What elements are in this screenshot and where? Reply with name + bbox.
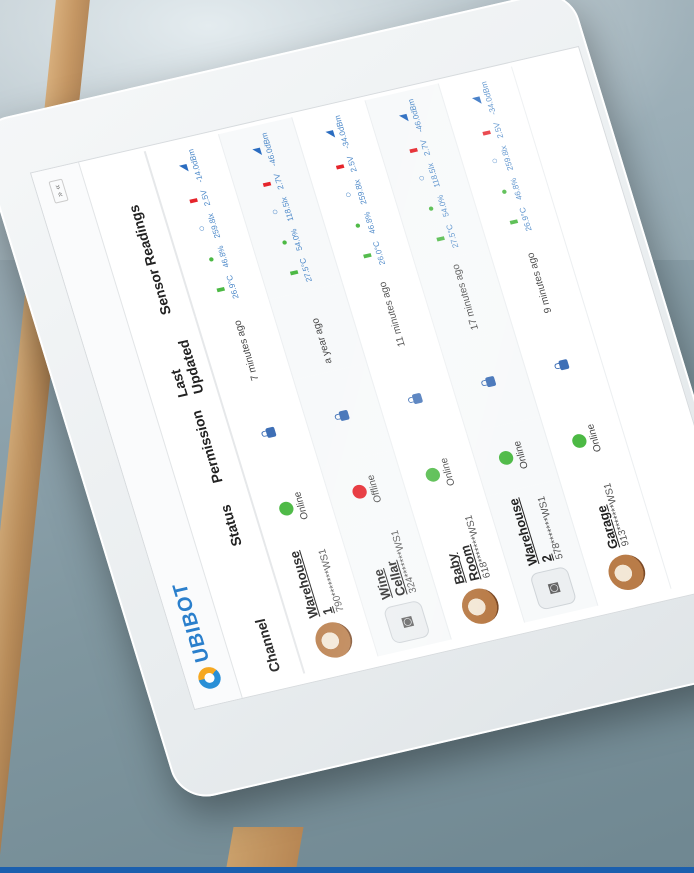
lock-icon[interactable] [557, 358, 570, 371]
light-value: 259.8lx [498, 144, 516, 172]
light-icon: ○ [342, 190, 356, 199]
pager-control[interactable]: » « [48, 178, 69, 204]
logo-text: UBIBOT [168, 580, 215, 665]
lock-icon[interactable] [338, 409, 350, 421]
voltage-value: 2.5V [345, 155, 359, 173]
light-value: 259.8lx [352, 178, 369, 206]
last-updated-text: 7 minutes ago [232, 319, 262, 382]
temperature-icon: ▮ [507, 218, 521, 226]
last-updated-text: 17 minutes ago [450, 263, 482, 331]
voltage-value: 2.5V [491, 121, 506, 140]
battery-icon: ▮ [261, 180, 274, 189]
sensor-readings: ▮ 26.9°C ● 46.8% ○ 259.8lx ▮ 2.5V ◢ -34.0dBm [467, 81, 534, 235]
status-dot-icon [570, 433, 589, 450]
status-indicator: Online [492, 430, 534, 484]
light-icon: ○ [196, 224, 209, 233]
status-dot-icon [350, 483, 369, 501]
last-updated-text: 9 minutes ago [525, 251, 555, 314]
last-updated-text: 11 minutes ago [377, 280, 408, 348]
light-value: 259.8lx [205, 212, 223, 240]
temperature-value: 27.5°C [444, 223, 461, 249]
humidity-value: 46.8% [508, 177, 525, 201]
status-text: Online [292, 490, 312, 521]
humidity-icon: ● [351, 221, 365, 230]
humidity-icon: ● [205, 255, 218, 264]
tablet-screen: UBIBOT » « Channel Status Permission Las… [29, 45, 694, 711]
humidity-value: 54.0% [435, 194, 451, 218]
signal-icon: ◢ [470, 95, 484, 106]
temperature-icon: ▮ [288, 268, 301, 277]
last-updated-text: a year ago [310, 317, 335, 365]
battery-icon: ▮ [187, 196, 200, 205]
humidity-icon: ● [498, 187, 511, 196]
status-text: Offline [365, 473, 385, 504]
channel-cell: Garage 913*******WS1 [581, 475, 650, 594]
status-indicator: Online [272, 480, 314, 534]
signal-icon: ◢ [397, 113, 411, 124]
battery-icon: ▮ [480, 129, 493, 137]
voltage-value: 2.5V [198, 189, 213, 207]
status-text: Online [438, 456, 458, 487]
temperature-icon: ▮ [214, 285, 228, 294]
lock-icon[interactable] [484, 375, 497, 388]
channel-thumbnail [604, 551, 650, 594]
tablet-device: UBIBOT » « Channel Status Permission Las… [0, 0, 694, 804]
channel-thumbnail [310, 618, 357, 662]
humidity-icon: ● [278, 238, 292, 247]
dashboard: UBIBOT » « Channel Status Permission Las… [31, 47, 694, 709]
background-stand [226, 827, 304, 867]
status-indicator: Online [565, 413, 607, 467]
camera-placeholder-icon: ◙ [382, 599, 431, 645]
status-indicator: Online [419, 447, 461, 501]
temperature-value: 27.5°C [297, 257, 314, 283]
status-dot-icon [424, 466, 442, 484]
signal-icon: ◢ [323, 129, 337, 140]
humidity-value: 54.0% [288, 227, 305, 252]
status-indicator: Offline [346, 463, 388, 517]
bottom-accent-bar [0, 867, 694, 873]
status-dot-icon [497, 450, 516, 467]
battery-icon: ▮ [334, 162, 347, 171]
light-icon: ○ [415, 173, 429, 183]
humidity-icon: ● [425, 204, 438, 213]
channel-thumbnail [457, 584, 504, 628]
voltage-value: 2.7V [272, 172, 286, 191]
status-text: Online [585, 422, 605, 453]
ubibot-logo[interactable]: UBIBOT [168, 580, 224, 692]
humidity-value: 46.8% [215, 244, 232, 269]
humidity-value: 46.8% [362, 210, 378, 235]
logo-mark-icon [195, 665, 223, 692]
temperature-value: 26.0°C [371, 240, 388, 266]
lock-icon[interactable] [411, 392, 424, 405]
light-value: 118.5lx [279, 196, 296, 223]
status-text: Online [511, 439, 531, 470]
status-dot-icon [277, 500, 296, 518]
light-icon: ○ [489, 156, 502, 165]
voltage-value: 2.7V [418, 138, 433, 157]
light-icon: ○ [269, 207, 282, 216]
lock-icon[interactable] [264, 426, 277, 438]
battery-icon: ▮ [407, 146, 420, 155]
camera-placeholder-icon: ◙ [529, 565, 578, 611]
signal-icon: ◢ [177, 163, 191, 174]
light-value: 118.5lx [425, 162, 442, 189]
temperature-value: 26.9°C [224, 274, 241, 300]
temperature-value: 26.9°C [517, 206, 534, 232]
signal-icon: ◢ [250, 147, 264, 158]
temperature-icon: ▮ [361, 251, 374, 260]
temperature-icon: ▮ [434, 234, 447, 243]
